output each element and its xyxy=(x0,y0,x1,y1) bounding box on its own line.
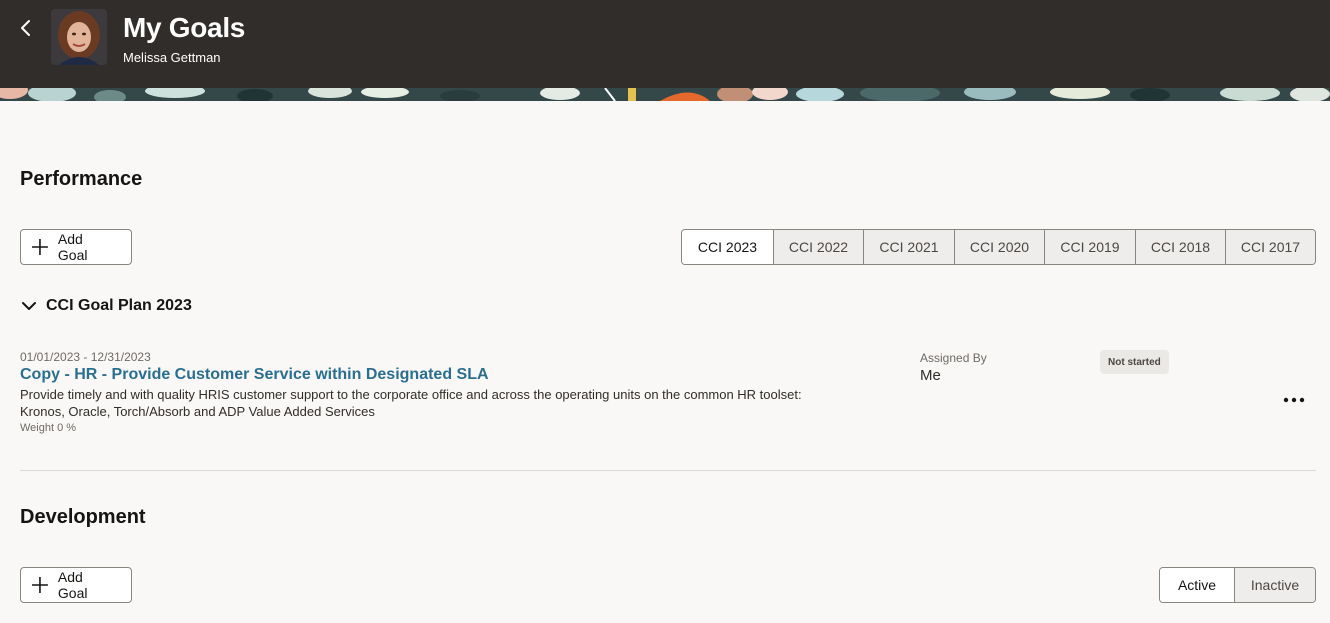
plus-icon xyxy=(31,239,48,255)
goal-description-line: Provide timely and with quality HRIS cus… xyxy=(20,387,802,402)
year-option-2018[interactable]: CCI 2018 xyxy=(1135,230,1225,264)
goal-title-link[interactable]: Copy - HR - Provide Customer Service wit… xyxy=(20,366,489,384)
filter-active[interactable]: Active xyxy=(1160,568,1234,602)
goal-plan-title: CCI Goal Plan 2023 xyxy=(46,297,192,314)
section-divider xyxy=(20,470,1316,471)
add-goal-label: Add Goal xyxy=(57,231,88,263)
header-banner xyxy=(0,88,1330,101)
assigned-by-value: Me xyxy=(920,367,941,384)
employee-name: Melissa Gettman xyxy=(123,50,221,65)
back-button[interactable] xyxy=(12,14,40,42)
year-selector: CCI 2023 CCI 2022 CCI 2021 CCI 2020 CCI … xyxy=(681,229,1316,265)
chevron-left-icon xyxy=(21,20,30,36)
avatar xyxy=(51,9,107,65)
status-badge: Not started xyxy=(1100,350,1169,374)
year-option-2022[interactable]: CCI 2022 xyxy=(773,230,863,264)
year-option-2023[interactable]: CCI 2023 xyxy=(682,230,773,264)
status-filter: Active Inactive xyxy=(1159,567,1316,603)
more-actions-button[interactable] xyxy=(1280,388,1308,412)
chevron-down-icon xyxy=(22,302,36,310)
assigned-by-label: Assigned By xyxy=(920,351,987,365)
goal-description-line: Kronos, Oracle, Torch/Absorb and ADP Val… xyxy=(20,404,375,419)
performance-add-goal-button[interactable]: Add Goal xyxy=(20,229,132,265)
page-title: My Goals xyxy=(123,12,246,43)
year-option-2021[interactable]: CCI 2021 xyxy=(863,230,954,264)
more-horizontal-icon xyxy=(1283,397,1305,403)
year-option-2020[interactable]: CCI 2020 xyxy=(954,230,1044,264)
page-header: My Goals Melissa Gettman xyxy=(0,0,1330,88)
performance-heading: Performance xyxy=(20,168,143,190)
development-add-goal-button[interactable]: Add Goal xyxy=(20,567,132,603)
plus-icon xyxy=(31,577,48,593)
goal-plan-toggle[interactable]: CCI Goal Plan 2023 xyxy=(20,297,192,315)
year-option-2019[interactable]: CCI 2019 xyxy=(1044,230,1135,264)
add-goal-label: Add Goal xyxy=(57,569,88,601)
goal-dates: 01/01/2023 - 12/31/2023 xyxy=(20,350,151,364)
year-option-2017[interactable]: CCI 2017 xyxy=(1225,230,1315,264)
filter-inactive[interactable]: Inactive xyxy=(1234,568,1315,602)
goal-description: Provide timely and with quality HRIS cus… xyxy=(20,386,900,420)
development-heading: Development xyxy=(20,506,146,528)
goal-weight: Weight 0 % xyxy=(20,422,77,434)
